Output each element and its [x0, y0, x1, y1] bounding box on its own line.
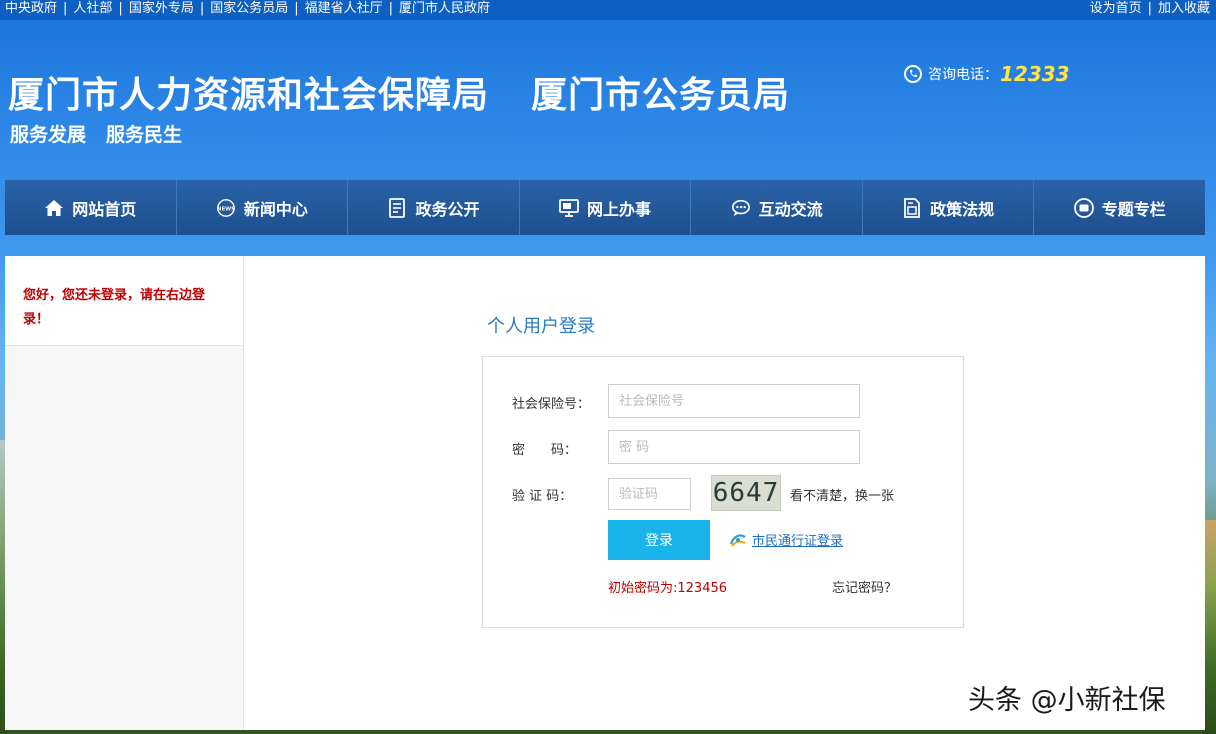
citizen-pass-login-link[interactable]: 市民通行证登录: [729, 530, 843, 549]
nav-label: 专题专栏: [1101, 199, 1166, 219]
home-icon: [44, 198, 64, 218]
nav-label: 政策法规: [930, 199, 995, 219]
sidebar: 您好，您还未登录，请在右边登录！: [5, 256, 244, 730]
nav-label: 政务公开: [415, 199, 480, 219]
policy-icon: [902, 197, 922, 218]
nav-item-topics[interactable]: 专题专栏: [1034, 180, 1205, 235]
content-panel: 您好，您还未登录，请在右边登录！ 个人用户登录 社会保险号： 密 码： 验 证 …: [5, 256, 1205, 730]
initial-password-hint: 初始密码为:123456: [608, 581, 728, 596]
slogan-1: 服务发展: [10, 124, 87, 146]
login-button[interactable]: 登录: [608, 520, 710, 560]
separator: |: [294, 1, 299, 16]
separator: |: [1147, 1, 1152, 16]
nav-item-policy[interactable]: 政策法规: [863, 180, 1035, 235]
external-links: 中央政府 | 人社部 | 国家外专局 | 国家公务员局 | 福建省人社厅 | 厦门市人民政…: [5, 0, 490, 18]
monitor-icon: [559, 198, 579, 218]
separator: |: [388, 1, 394, 16]
login-title: 个人用户登录: [487, 316, 595, 337]
top-link-bar: 中央政府 | 人社部 | 国家外专局 | 国家公务员局 | 福建省人社厅 | 厦门市人民政…: [0, 0, 1216, 20]
link-xiamen-gov[interactable]: 厦门市人民政府: [399, 0, 490, 18]
main-nav: 网站首页 NEWS 新闻中心 政务公开 网上办事 互动交流 政策法规 专题专栏: [5, 180, 1205, 235]
site-title: 厦门市人力资源和社会保障局 厦门市公务员局: [8, 66, 790, 118]
nav-item-gov-affairs[interactable]: 政务公开: [348, 180, 520, 235]
separator: |: [199, 1, 205, 16]
slogan-2: 服务民生: [106, 124, 183, 146]
topic-icon: [1073, 197, 1094, 218]
password-label: 密 码：: [512, 443, 578, 458]
svg-text:NEWS: NEWS: [217, 206, 235, 212]
password-input[interactable]: [608, 430, 860, 464]
citizen-pass-icon: [729, 533, 746, 547]
login-notice-box: 您好，您还未登录，请在右边登录！: [5, 256, 243, 346]
hotline-label: 咨询电话：: [928, 67, 998, 83]
nav-label: 互动交流: [758, 199, 823, 219]
set-homepage-link[interactable]: 设为首页: [1090, 0, 1142, 18]
watermark: 头条 @小新社保: [968, 685, 1166, 716]
site-title-main: 厦门市人力资源和社会保障局: [8, 75, 490, 116]
nav-item-home[interactable]: 网站首页: [5, 180, 177, 235]
link-civil-service[interactable]: 国家公务员局: [210, 0, 288, 18]
link-central-gov[interactable]: 中央政府: [5, 0, 57, 18]
hotline: 咨询电话： 12333: [904, 62, 1070, 86]
link-fujian-hrss[interactable]: 福建省人社厅: [305, 0, 383, 18]
forgot-password-link[interactable]: 忘记密码？: [832, 577, 897, 596]
document-icon: [387, 197, 407, 218]
nav-label: 网上办事: [587, 199, 652, 219]
ssn-input[interactable]: [608, 384, 860, 418]
captcha-input[interactable]: [608, 478, 691, 510]
nav-item-interaction[interactable]: 互动交流: [691, 180, 863, 235]
site-title-secondary: 厦门市公务员局: [531, 75, 791, 116]
link-mohrss[interactable]: 人社部: [73, 0, 112, 18]
separator: |: [63, 1, 68, 16]
site-slogan: 服务发展 服务民生: [10, 120, 182, 147]
nav-item-online-service[interactable]: 网上办事: [520, 180, 692, 235]
nav-label: 新闻中心: [243, 199, 308, 219]
chat-icon: [731, 198, 751, 218]
refresh-captcha-link[interactable]: 看不清楚，换一张: [790, 485, 894, 504]
ssn-label: 社会保险号：: [512, 397, 591, 412]
link-foreign-experts[interactable]: 国家外专局: [129, 0, 194, 18]
hotline-number: 12333: [1000, 62, 1070, 86]
captcha-label: 验 证 码：: [512, 489, 573, 504]
nav-item-news[interactable]: NEWS 新闻中心: [177, 180, 349, 235]
top-right-links: 设为首页 | 加入收藏: [1090, 0, 1210, 18]
login-notice: 您好，您还未登录，请在右边登录！: [23, 288, 206, 327]
citizen-pass-label: 市民通行证登录: [752, 534, 844, 549]
news-icon: NEWS: [216, 198, 236, 218]
add-favorite-link[interactable]: 加入收藏: [1158, 0, 1210, 18]
login-form: 社会保险号： 密 码： 验 证 码： 6647 看不清楚，换一张 登录 市民通行…: [482, 356, 964, 628]
captcha-image[interactable]: 6647: [711, 475, 781, 511]
nav-label: 网站首页: [72, 199, 137, 219]
separator: |: [118, 1, 123, 16]
phone-icon: [904, 65, 922, 83]
